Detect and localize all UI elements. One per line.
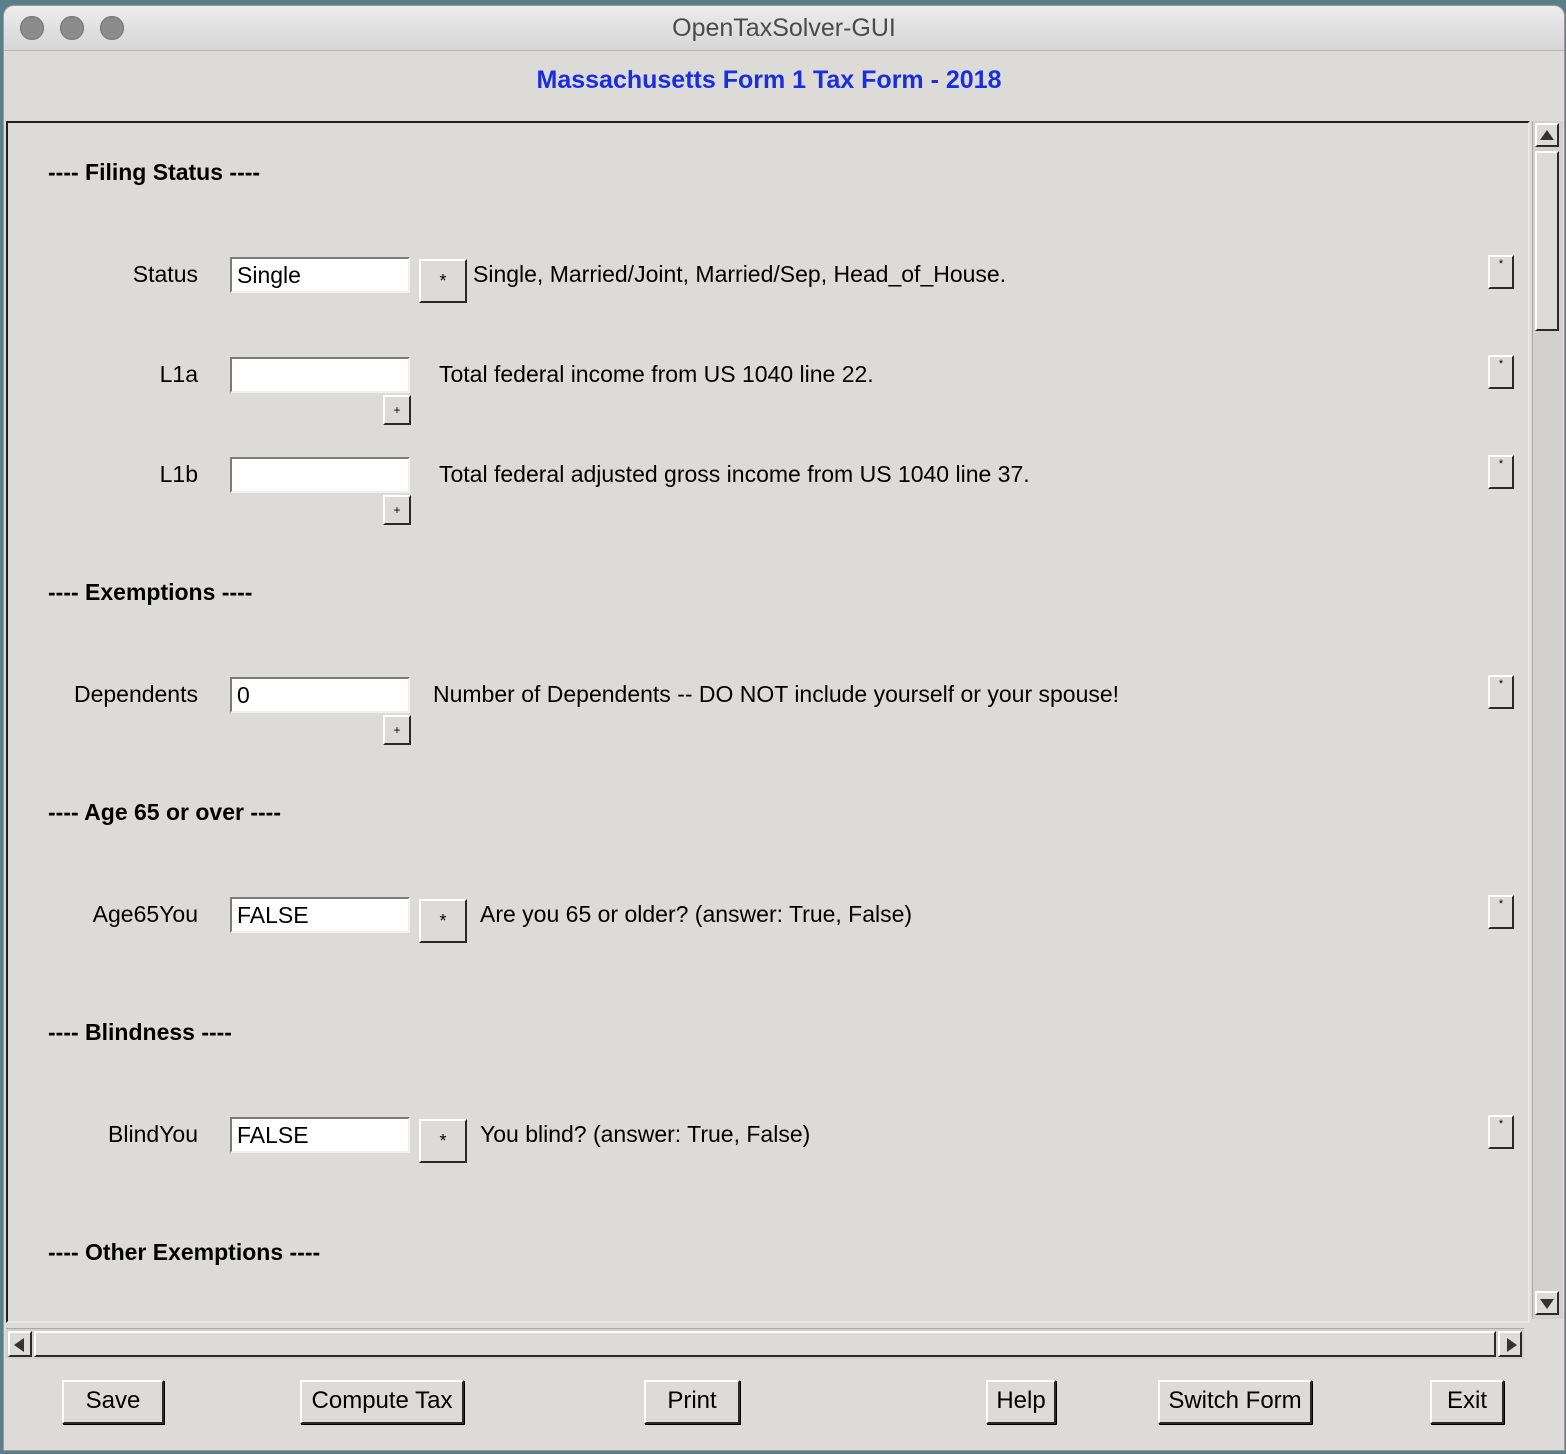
- scroll-left-button[interactable]: [8, 1331, 32, 1357]
- horizontal-scroll-thumb[interactable]: [34, 1331, 1496, 1357]
- print-button[interactable]: Print: [644, 1380, 740, 1424]
- section-exemptions: ---- Exemptions ----: [48, 579, 253, 605]
- help-button[interactable]: Help: [986, 1380, 1056, 1424]
- horizontal-scrollbar[interactable]: [6, 1328, 1524, 1359]
- l1a-input[interactable]: [230, 357, 410, 393]
- arrow-down-icon: [1540, 1299, 1554, 1309]
- dependents-input[interactable]: 0: [230, 677, 410, 713]
- vertical-scroll-thumb[interactable]: [1535, 151, 1559, 331]
- l1b-label: L1b: [159, 461, 198, 487]
- blindyou-description: You blind? (answer: True, False): [480, 1121, 811, 1147]
- age65you-description: Are you 65 or older? (answer: True, Fals…: [480, 901, 913, 927]
- age65you-info-button[interactable]: *: [1488, 895, 1514, 929]
- exit-button[interactable]: Exit: [1430, 1380, 1504, 1424]
- age65you-options-button[interactable]: *: [419, 899, 467, 943]
- l1a-info-button[interactable]: *: [1488, 355, 1514, 389]
- section-blindness: ---- Blindness ----: [48, 1019, 232, 1045]
- save-button[interactable]: Save: [62, 1380, 164, 1424]
- section-other-exemptions: ---- Other Exemptions ----: [48, 1239, 321, 1265]
- l1a-description: Total federal income from US 1040 line 2…: [439, 361, 874, 387]
- vertical-scrollbar[interactable]: [1532, 121, 1563, 1319]
- dependents-info-button[interactable]: *: [1488, 675, 1514, 709]
- title-bar: OpenTaxSolver-GUI: [4, 6, 1564, 51]
- l1b-add-button[interactable]: +: [383, 495, 411, 525]
- dependents-description: Number of Dependents -- DO NOT include y…: [433, 681, 1120, 707]
- blindyou-options-button[interactable]: *: [419, 1119, 467, 1163]
- form-title: Massachusetts Form 1 Tax Form - 2018: [536, 66, 1002, 94]
- status-info-button[interactable]: *: [1488, 255, 1514, 289]
- window-title: OpenTaxSolver-GUI: [672, 14, 896, 42]
- blindyou-input[interactable]: FALSE: [230, 1117, 410, 1153]
- l1a-add-button[interactable]: +: [383, 395, 411, 425]
- section-filing-status: ---- Filing Status ----: [48, 159, 261, 185]
- scroll-up-button[interactable]: [1535, 123, 1559, 147]
- arrow-left-icon: [14, 1338, 24, 1352]
- dependents-add-button[interactable]: +: [383, 715, 411, 745]
- l1b-info-button[interactable]: *: [1488, 455, 1514, 489]
- l1b-description: Total federal adjusted gross income from…: [439, 461, 1030, 487]
- scroll-right-button[interactable]: [1498, 1331, 1522, 1357]
- age65you-input[interactable]: FALSE: [230, 897, 410, 933]
- dependents-label: Dependents: [73, 681, 198, 707]
- arrow-up-icon: [1540, 130, 1554, 140]
- blindyou-info-button[interactable]: *: [1488, 1115, 1514, 1149]
- switch-form-button[interactable]: Switch Form: [1158, 1380, 1312, 1424]
- status-input[interactable]: Single: [230, 257, 410, 293]
- blindyou-label: BlindYou: [108, 1121, 198, 1147]
- form-panel: ---- Filing Status ---- Status Single * …: [6, 121, 1530, 1323]
- compute-tax-button[interactable]: Compute Tax: [300, 1380, 464, 1424]
- section-age65: ---- Age 65 or over ----: [48, 799, 281, 825]
- app-window: OpenTaxSolver-GUI Massachusetts Form 1 T…: [4, 6, 1564, 1450]
- status-options-button[interactable]: *: [419, 259, 467, 303]
- arrow-right-icon: [1507, 1338, 1517, 1352]
- status-description: Single, Married/Joint, Married/Sep, Head…: [473, 261, 1007, 287]
- l1b-input[interactable]: [230, 457, 410, 493]
- scroll-down-button[interactable]: [1535, 1291, 1559, 1315]
- l1a-label: L1a: [159, 361, 198, 387]
- status-label: Status: [132, 261, 198, 287]
- age65you-label: Age65You: [92, 901, 198, 927]
